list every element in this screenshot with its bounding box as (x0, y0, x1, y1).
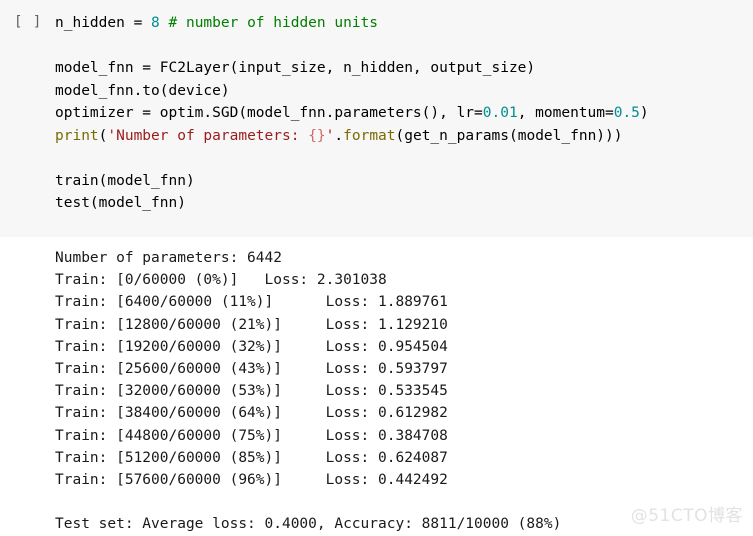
code-token-plain: train(model_fnn) (55, 172, 195, 189)
code-token-fmt: {} (308, 127, 326, 144)
code-token-num: 0.5 (613, 105, 640, 121)
site-watermark: @51CTO博客 (630, 506, 743, 526)
out-train-7: Train: [44800/60000 (75%)] Loss: 0.38470… (55, 427, 448, 444)
out-num-params: Number of parameters: 6442 (55, 250, 282, 266)
code-token-plain: model_fnn.to(device) (55, 82, 230, 99)
line-train-call: train(model_fnn) (55, 170, 745, 193)
out-train-4: Train: [25600/60000 (43%)] Loss: 0.59379… (55, 361, 448, 378)
out-train-2: Train: [12800/60000 (21%)] Loss: 1.12921… (55, 316, 448, 333)
line-n-hidden: n_hidden = 8 # number of hidden units (55, 12, 745, 35)
out-test-set: Test set: Average loss: 0.4000, Accuracy… (55, 516, 562, 533)
code-token-plain: ) (639, 105, 649, 121)
out-train-0: Train: [0/60000 (0%)] Loss: 2.301038 (55, 272, 387, 289)
code-token-num: 0.01 (482, 105, 518, 121)
line-blank-1 (55, 35, 745, 58)
code-editor[interactable]: n_hidden = 8 # number of hidden units mo… (55, 12, 745, 215)
out-train-3: Train: [19200/60000 (32%)] Loss: 0.95450… (55, 338, 448, 355)
code-token-num: 8 (151, 15, 160, 31)
code-token-plain: optimizer = optim.SGD(model_fnn.paramete… (55, 105, 483, 121)
code-token-plain: n_hidden = (55, 15, 152, 31)
notebook-code-cell[interactable]: [ ] n_hidden = 8 # number of hidden unit… (0, 0, 753, 237)
cell-run-marker[interactable]: [ ] (14, 13, 42, 31)
out-train-8: Train: [51200/60000 (85%)] Loss: 0.62408… (55, 449, 448, 466)
out-train-6: Train: [38400/60000 (64%)] Loss: 0.61298… (55, 405, 448, 422)
code-token-plain: . (334, 127, 344, 144)
line-print: print('Number of parameters: {}'.format(… (55, 125, 745, 148)
output-text: Number of parameters: 6442 Train: [0/6000… (55, 247, 561, 536)
code-token-str: 'Number of parameters: (107, 127, 309, 144)
line-optimizer: optimizer = optim.SGD(model_fnn.paramete… (55, 102, 745, 125)
code-token-plain: (get_n_params(model_fnn))) (395, 127, 623, 144)
code-token-plain: model_fnn = FC2Layer(input_size, n_hidde… (55, 60, 536, 76)
code-token-comment: # number of hidden units (168, 15, 379, 31)
out-train-1: Train: [6400/60000 (11%)] Loss: 1.889761 (55, 294, 448, 311)
code-token-func: format (343, 127, 396, 144)
code-token-plain: test(model_fnn) (55, 195, 186, 211)
line-blank-2 (55, 147, 745, 170)
code-token-plain: , momentum= (517, 105, 614, 121)
line-model-to-device: model_fnn.to(device) (55, 80, 745, 103)
line-model-fnn: model_fnn = FC2Layer(input_size, n_hidde… (55, 57, 745, 80)
line-test-call: test(model_fnn) (55, 192, 745, 215)
out-train-5: Train: [32000/60000 (53%)] Loss: 0.53354… (55, 383, 448, 400)
notebook-output-area: Number of parameters: 6442 Train: [0/6000… (0, 237, 753, 534)
out-blank (55, 491, 561, 513)
code-token-func: print (55, 127, 99, 144)
out-train-9: Train: [57600/60000 (96%)] Loss: 0.44249… (55, 472, 448, 489)
